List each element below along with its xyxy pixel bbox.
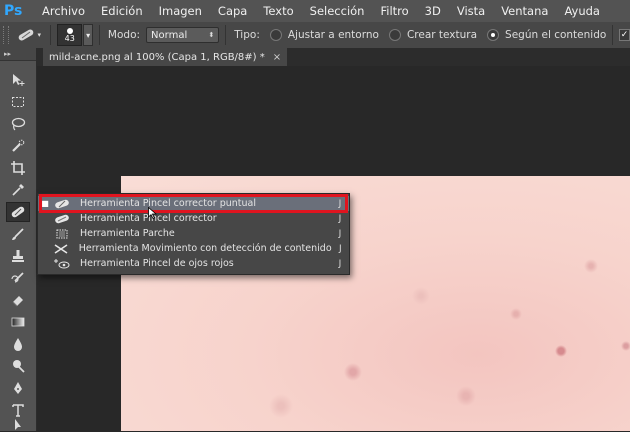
flyout-item-label: Herramienta Movimiento con detección de … [78,243,332,254]
type-label: Tipo: [234,29,260,41]
flyout-item-label: Herramienta Parche [80,228,175,239]
flyout-item-spot-healing-brush[interactable]: ■ Herramienta Pincel corrector puntual J [38,196,349,211]
radio-button[interactable] [388,29,401,41]
gradient-tool-icon[interactable] [6,312,30,332]
crop-tool-icon[interactable] [6,158,30,178]
menu-vista[interactable]: Vista [457,4,485,18]
options-bar-grip[interactable] [3,26,9,44]
blur-tool-icon[interactable] [6,334,30,354]
radio-button-selected[interactable] [487,29,500,41]
type-option-label: Según el contenido [505,29,607,41]
shortcut-key: J [338,243,342,254]
clone-stamp-tool-icon[interactable] [6,246,30,266]
document-tab[interactable]: mild-acne.png al 100% (Capa 1, RGB/8#) *… [43,48,288,66]
red-eye-icon [52,258,72,270]
healing-tools-flyout: ■ Herramienta Pincel corrector puntual J… [37,193,350,275]
shortcut-key: J [338,198,342,209]
photoshop-logo: Ps [4,3,23,19]
dodge-tool-icon[interactable] [6,356,30,376]
menu-edicion[interactable]: Edición [101,4,143,18]
type-option-content-aware[interactable]: Según el contenido [487,29,606,41]
menu-seleccion[interactable]: Selección [310,4,365,18]
menu-texto[interactable]: Texto [263,4,293,18]
updown-arrow-icon: ⬍ [208,31,215,39]
toolbox-collapse-icon[interactable]: ▸▸ [0,48,36,61]
healing-brush-icon [52,213,72,225]
type-option-label: Ajustar a entorno [287,29,379,41]
pen-tool-icon[interactable] [6,378,30,398]
quick-selection-tool-icon[interactable] [6,136,30,156]
spot-healing-brush-icon [52,198,72,210]
chevron-down-icon: ▾ [86,30,91,40]
menu-imagen[interactable]: Imagen [159,4,202,18]
brush-picker-dropdown[interactable]: ▾ [83,24,94,46]
mode-label: Modo: [107,29,141,41]
close-icon[interactable]: × [273,52,281,63]
mode-select[interactable]: Normal ⬍ [146,27,220,43]
history-brush-tool-icon[interactable] [6,268,30,288]
separator [50,25,52,45]
shortcut-key: J [338,213,342,224]
mouse-cursor-icon [148,207,157,219]
mode-select-value: Normal [151,29,188,41]
path-selection-tool-icon[interactable] [6,418,30,432]
spot-healing-brush-icon [18,29,33,41]
current-tool-bullet: ■ [41,199,49,208]
separator [99,25,100,45]
lasso-tool-icon[interactable] [6,114,30,134]
flyout-item-healing-brush[interactable]: Herramienta Pincel corrector J [38,211,349,226]
brush-size-value: 43 [64,33,75,43]
toolbox: ▸▸ [0,48,37,431]
sample-all-layers-checkbox[interactable]: ✓ [619,29,630,41]
spot-healing-brush-tool-icon[interactable] [6,202,30,222]
menu-bar: Ps Archivo Edición Imagen Capa Texto Sel… [0,0,630,22]
menu-ventana[interactable]: Ventana [501,4,548,18]
eyedropper-tool-icon[interactable] [6,180,30,200]
move-tool-icon[interactable] [6,70,30,90]
brush-tool-icon[interactable] [6,224,30,244]
flyout-item-red-eye[interactable]: Herramienta Pincel de ojos rojos J [38,256,349,271]
menu-filtro[interactable]: Filtro [380,4,408,18]
shortcut-key: J [338,228,342,239]
menu-3d[interactable]: 3D [425,4,441,18]
marquee-tool-icon[interactable] [6,92,30,112]
flyout-item-label: Herramienta Pincel corrector puntual [80,198,256,209]
type-option-texture[interactable]: Crear textura [388,29,478,41]
document-tab-title: mild-acne.png al 100% (Capa 1, RGB/8#) * [49,51,265,63]
menu-ayuda[interactable]: Ayuda [564,4,600,18]
options-bar: ▾ 43 ▾ Modo: Normal ⬍ Tipo: Ajustar a en… [0,22,630,49]
flyout-item-patch[interactable]: Herramienta Parche J [38,226,349,241]
tool-preset-picker[interactable]: ▾ [15,26,45,44]
chevron-down-icon: ▾ [37,31,42,39]
flyout-item-label: Herramienta Pincel de ojos rojos [80,258,234,269]
eraser-tool-icon[interactable] [6,290,30,310]
shortcut-key: J [338,258,342,269]
separator [612,25,614,45]
flyout-item-content-aware-move[interactable]: Herramienta Movimiento con detección de … [38,241,349,256]
separator [225,25,227,45]
type-option-label: Crear textura [406,29,478,41]
content-aware-move-icon [52,243,71,255]
brush-picker[interactable]: 43 [57,24,83,46]
radio-button[interactable] [269,29,282,41]
menu-capa[interactable]: Capa [218,4,247,18]
type-option-proximity[interactable]: Ajustar a entorno [269,29,379,41]
document-tab-bar: mild-acne.png al 100% (Capa 1, RGB/8#) *… [37,48,630,66]
type-tool-icon[interactable] [6,400,30,420]
patch-icon [52,228,72,240]
menu-archivo[interactable]: Archivo [42,4,85,18]
flyout-item-label: Herramienta Pincel corrector [80,213,217,224]
